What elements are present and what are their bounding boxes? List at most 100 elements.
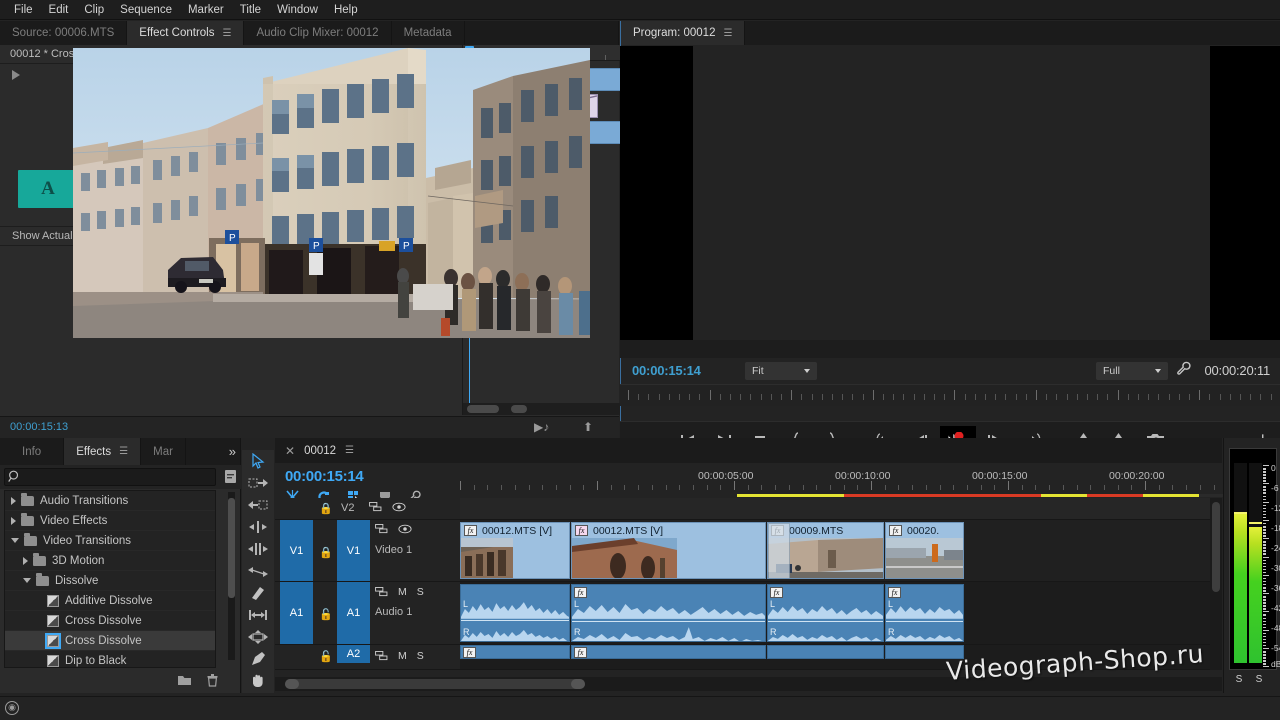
work-area-segment[interactable] (1143, 494, 1199, 497)
toggle-track-output-icon[interactable] (375, 524, 388, 534)
solo-button-right[interactable]: S (1249, 674, 1269, 688)
eye-icon[interactable] (398, 524, 412, 534)
menu-marker[interactable]: Marker (180, 0, 232, 20)
video-clip-3[interactable]: fx 00009.MTS (767, 522, 884, 579)
track-select-forward-tool[interactable] (242, 472, 274, 494)
delete-icon[interactable] (206, 673, 219, 690)
tree-item-cross-dissolve-selected[interactable]: Cross Dissolve (5, 631, 215, 651)
transition-overlay[interactable] (768, 523, 790, 578)
mute-icon[interactable]: M (398, 586, 407, 598)
audio-clip-a2-3[interactable] (767, 645, 884, 659)
toggle-track-output-icon[interactable] (375, 651, 388, 661)
effects-tree-list[interactable]: Audio Transitions Video Effects Video Tr… (4, 490, 216, 668)
menu-sequence[interactable]: Sequence (112, 0, 180, 20)
track-a1-controls[interactable]: M S (375, 586, 424, 598)
export-icon[interactable]: ⬆ (583, 420, 593, 434)
scrollbar-thumb[interactable] (285, 679, 585, 689)
video-clip-1[interactable]: fx 00012.MTS [V] (460, 522, 570, 579)
solo-icon[interactable]: S (417, 650, 424, 662)
program-current-timecode[interactable]: 00:00:15:14 (632, 363, 701, 378)
selection-tool[interactable] (242, 450, 274, 472)
audio-clip-a2-1[interactable]: fx (460, 645, 570, 659)
track-v1-lane[interactable]: fx 00012.MTS [V] fx 00012.MTS [V] 00009.… (460, 520, 1222, 582)
scroll-grip-left[interactable] (285, 679, 299, 689)
hand-tool[interactable] (242, 670, 274, 692)
tab-markers[interactable]: Mar (141, 438, 186, 465)
tab-effect-controls[interactable]: Effect Controls ☰ (127, 21, 245, 45)
tree-item-video-effects[interactable]: Video Effects (5, 511, 215, 531)
work-area-segment[interactable] (1087, 494, 1143, 497)
tab-metadata[interactable]: Metadata (392, 21, 465, 45)
effect-controls-timecode[interactable]: 00:00:15:13 (10, 421, 68, 433)
chevron-down-icon[interactable] (23, 578, 31, 583)
timeline-vertical-scrollbar[interactable] (1210, 498, 1222, 670)
mini-timeline-scrollbar[interactable] (463, 403, 620, 415)
menu-help[interactable]: Help (326, 0, 366, 20)
menu-window[interactable]: Window (269, 0, 326, 20)
effects-list-scrollbar[interactable] (228, 492, 235, 660)
audio-meter-frame[interactable]: 0 -6 -12 -18 -24 -30 -36 -42 -48 -54 dB (1229, 448, 1280, 670)
tree-item-dissolve[interactable]: Dissolve (5, 571, 215, 591)
scroll-grip-right[interactable] (571, 679, 585, 689)
track-v1-source-patch[interactable]: V1 (280, 520, 313, 581)
lock-icon[interactable]: 🔓 (319, 608, 333, 621)
lock-icon[interactable]: 🔒 (319, 546, 333, 559)
mute-icon[interactable]: M (398, 650, 407, 662)
hamburger-icon[interactable]: ☰ (223, 28, 232, 39)
ripple-edit-tool[interactable] (242, 516, 274, 538)
timeline-ruler[interactable]: 00:00:05:00 00:00:10:00 00:00:15:00 00:0… (460, 468, 1280, 494)
track-v1-controls[interactable] (375, 524, 412, 534)
track-header-a1[interactable]: A1 🔓 A1 M S Audio 1 (275, 582, 460, 645)
menu-title[interactable]: Title (232, 0, 269, 20)
program-duration-timecode[interactable]: 00:00:20:11 (1204, 363, 1270, 378)
menu-clip[interactable]: Clip (76, 0, 112, 20)
lock-icon[interactable]: 🔓 (319, 650, 333, 663)
tree-item-dip-to-black[interactable]: Dip to Black (5, 651, 215, 667)
scrollbar-thumb[interactable] (228, 498, 235, 598)
play-audio-icon[interactable]: ▶♪ (534, 420, 549, 434)
eye-icon[interactable] (392, 502, 406, 512)
wrench-icon[interactable] (1176, 361, 1191, 379)
tab-program-monitor[interactable]: Program: 00012 ☰ (621, 21, 746, 45)
chevron-down-icon[interactable] (11, 538, 19, 543)
chevron-right-icon[interactable] (11, 516, 16, 525)
rolling-edit-tool[interactable] (242, 538, 274, 560)
pen-tool[interactable] (242, 648, 274, 670)
toggle-track-output-icon[interactable] (375, 587, 388, 597)
work-area-segment[interactable] (844, 494, 1041, 497)
razor-tool[interactable] (242, 582, 274, 604)
menu-edit[interactable]: Edit (41, 0, 77, 20)
audio-clip-2[interactable]: fx L R (571, 584, 766, 642)
hamburger-icon[interactable]: ☰ (345, 445, 354, 456)
search-input[interactable] (4, 468, 216, 486)
track-select-backward-tool[interactable] (242, 494, 274, 516)
scrollbar-thumb[interactable] (1212, 502, 1220, 592)
chevron-right-icon[interactable] (11, 496, 16, 505)
solo-button-left[interactable]: S (1229, 674, 1249, 688)
track-v2-lane[interactable] (460, 498, 1222, 520)
tree-item-3d-motion[interactable]: 3D Motion (5, 551, 215, 571)
track-a1-source-patch[interactable]: A1 (280, 582, 313, 644)
tree-item-additive-dissolve[interactable]: Additive Dissolve (5, 591, 215, 611)
rate-stretch-tool[interactable] (242, 560, 274, 582)
track-header-v1[interactable]: V1 🔒 V1 Video 1 (275, 520, 460, 582)
lock-icon[interactable]: 🔒 (319, 502, 333, 515)
track-header-a2[interactable]: 🔓 A2 M S (275, 645, 460, 670)
timeline-sequence-name[interactable]: 00012 (304, 445, 336, 457)
close-icon[interactable]: ✕ (285, 444, 295, 458)
video-clip-4[interactable]: fx 00020. (885, 522, 964, 579)
audio-clip-1[interactable]: L R (460, 584, 570, 642)
menu-file[interactable]: File (6, 0, 41, 20)
program-monitor-video-frame[interactable]: P P P (73, 48, 590, 338)
hamburger-icon[interactable]: ☰ (119, 446, 128, 457)
work-area-segment[interactable] (1041, 494, 1087, 497)
mini-scroll-thumb[interactable] (467, 405, 499, 413)
timeline-horizontal-scrollbar[interactable] (275, 677, 1222, 691)
playback-resolution-dropdown[interactable]: Full (1096, 362, 1168, 380)
new-custom-bin-icon[interactable] (224, 469, 237, 487)
track-a2-target[interactable]: A2 (337, 645, 370, 663)
slip-tool[interactable] (242, 604, 274, 626)
solo-icon[interactable]: S (417, 586, 424, 598)
track-v2-controls[interactable] (369, 502, 406, 512)
disclosure-triangle-icon[interactable] (12, 70, 20, 80)
